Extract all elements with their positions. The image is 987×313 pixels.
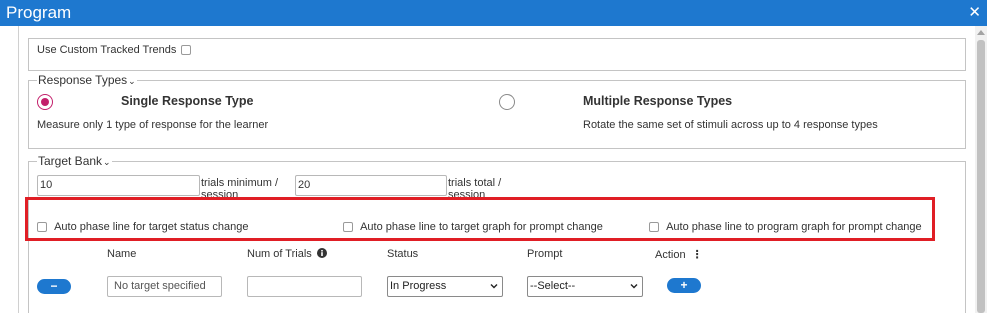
response-types-legend[interactable]: Response Types⌄: [37, 74, 137, 88]
column-num-trials: Num of Trials: [247, 248, 327, 260]
column-prompt: Prompt: [527, 248, 563, 260]
prompt-select[interactable]: --Select--: [527, 276, 643, 297]
highlight-box: [25, 197, 935, 241]
status-select[interactable]: In Progress: [387, 276, 503, 297]
column-name: Name: [107, 248, 137, 260]
multiple-response-title: Multiple Response Types: [583, 94, 733, 108]
target-name-input[interactable]: No target specified: [107, 276, 222, 297]
add-target-button[interactable]: +: [667, 278, 701, 293]
multiple-response-description: Rotate the same set of stimuli across up…: [583, 119, 878, 131]
response-types-fieldset: [28, 80, 966, 149]
window-title: Program: [6, 3, 72, 22]
target-bank-legend[interactable]: Target Bank⌄: [37, 155, 112, 169]
multiple-response-radio[interactable]: [499, 94, 515, 110]
window-titlebar: Program ✕: [0, 0, 987, 26]
trials-total-input[interactable]: 20: [295, 175, 447, 196]
trials-minimum-label: trials minimum / session: [201, 177, 279, 199]
tracked-trends-box: Use Custom Tracked Trends: [28, 38, 966, 71]
scrollbar-thumb[interactable]: [977, 40, 985, 313]
chevron-down-icon: [630, 284, 638, 289]
chevron-down-icon: [490, 284, 498, 289]
tracked-trends-row: Use Custom Tracked Trends: [37, 44, 192, 56]
more-vertical-icon[interactable]: ⋮: [692, 249, 703, 261]
info-icon[interactable]: [316, 248, 327, 258]
scrollbar[interactable]: [975, 26, 987, 313]
trials-minimum-input[interactable]: 10: [37, 175, 200, 196]
num-trials-input[interactable]: [247, 276, 362, 297]
tracked-trends-label: Use Custom Tracked Trends: [37, 44, 177, 56]
single-response-radio[interactable]: [37, 94, 53, 110]
single-response-title: Single Response Type: [121, 94, 254, 108]
scroll-up-icon[interactable]: [977, 30, 985, 35]
chevron-down-icon: ⌄: [103, 157, 111, 167]
program-form: Use Custom Tracked Trends Response Types…: [0, 26, 975, 313]
chevron-down-icon: ⌄: [128, 76, 136, 86]
single-response-description: Measure only 1 type of response for the …: [37, 119, 269, 131]
close-icon[interactable]: ✕: [968, 3, 981, 23]
column-status: Status: [387, 248, 419, 260]
remove-target-button[interactable]: −: [37, 279, 71, 294]
tracked-trends-checkbox[interactable]: [181, 45, 192, 56]
trials-total-label: trials total / session: [448, 177, 502, 199]
column-action: Action ⋮: [655, 249, 703, 261]
